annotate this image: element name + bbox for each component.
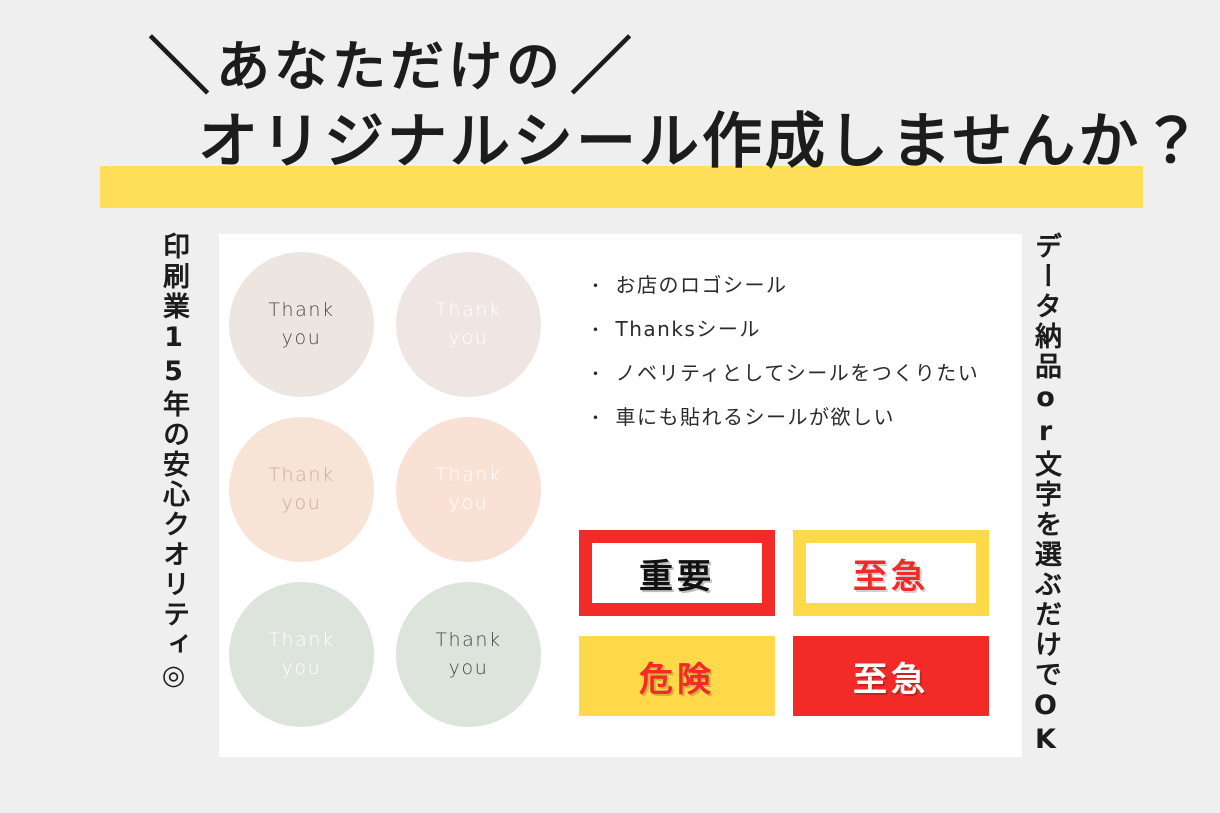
sticker-sage-dark-text: Thank you: [396, 582, 541, 727]
sticker-text-line-1: Thank: [268, 298, 335, 321]
bullet-dot-icon: ・: [587, 409, 606, 429]
sticker-sample-grid: Thank you Thank you Thank you Thank you Thank you…: [229, 252, 559, 742]
sticker-text-line-2: you: [281, 326, 322, 349]
sticker-text-line-2: you: [281, 656, 322, 679]
sticker-text-line-1: Thank: [435, 298, 502, 321]
bullet-list-item-text: Thanksシール: [615, 317, 761, 341]
slash-right-icon: ／: [570, 30, 633, 103]
caption-right-ordering: データ納品or文字を選ぶだけでOK: [1030, 232, 1061, 758]
headline-line-1-text: あなただけの: [216, 35, 565, 98]
caption-left-quality: 印刷業15年の安心クオリティ◎: [158, 232, 189, 694]
sticker-text-line-2: you: [448, 491, 489, 514]
label-important: 重要: [579, 530, 775, 616]
bullet-list-item: ・車にも貼れるシールが欲しい: [587, 404, 1017, 430]
content-card: Thank you Thank you Thank you Thank you Thank you…: [219, 234, 1022, 757]
sticker-taupe-white-text: Thank you: [396, 252, 541, 397]
bullet-list-item-text: 車にも貼れるシールが欲しい: [615, 405, 895, 429]
warning-label-text: 重要: [639, 556, 715, 597]
sticker-peach-muted-text: Thank you: [229, 417, 374, 562]
warning-label-text: 至急: [853, 556, 929, 597]
bullet-list-item-text: お店のロゴシール: [615, 273, 788, 297]
headline-line-2-text: オリジナルシール作成しませんか？: [198, 107, 1205, 177]
sticker-text-line-2: you: [448, 326, 489, 349]
sticker-text-line-1: Thank: [435, 628, 502, 651]
headline-block: ＼ あなただけの ／ オリジナルシール作成しませんか？: [0, 0, 1220, 220]
warning-label-grid: 重要 至急 危険 至急: [579, 530, 999, 716]
label-urgent-outline: 至急: [793, 530, 989, 616]
sticker-text-line-1: Thank: [268, 463, 335, 486]
headline-line-2: オリジナルシール作成しませんか？: [198, 112, 1204, 172]
headline-line-1: ＼ あなただけの ／: [148, 36, 632, 98]
warning-label-text: 危険: [639, 659, 715, 700]
sticker-text-line-1: Thank: [268, 628, 335, 651]
bullet-list-item-text: ノベリティとしてシールをつくりたい: [615, 361, 980, 385]
warning-label-text: 至急: [853, 659, 929, 700]
bullet-dot-icon: ・: [587, 365, 606, 385]
bullet-list-item: ・お店のロゴシール: [587, 272, 1017, 298]
slash-left-icon: ＼: [148, 30, 211, 103]
bullet-dot-icon: ・: [587, 321, 606, 341]
sticker-peach-white-text: Thank you: [396, 417, 541, 562]
sticker-sage-white-text: Thank you: [229, 582, 374, 727]
bullet-dot-icon: ・: [587, 277, 606, 297]
use-case-bullet-list: ・お店のロゴシール・ Thanksシール・ノベリティとしてシールをつくりたい・車に…: [587, 272, 1017, 448]
label-urgent-solid: 至急: [793, 636, 989, 716]
bullet-list-item: ・ Thanksシール: [587, 316, 1017, 342]
bullet-list-item: ・ノベリティとしてシールをつくりたい: [587, 360, 1017, 386]
sticker-text-line-2: you: [281, 491, 322, 514]
sticker-taupe-dark-text: Thank you: [229, 252, 374, 397]
sticker-text-line-2: you: [448, 656, 489, 679]
sticker-text-line-1: Thank: [435, 463, 502, 486]
label-danger: 危険: [579, 636, 775, 716]
